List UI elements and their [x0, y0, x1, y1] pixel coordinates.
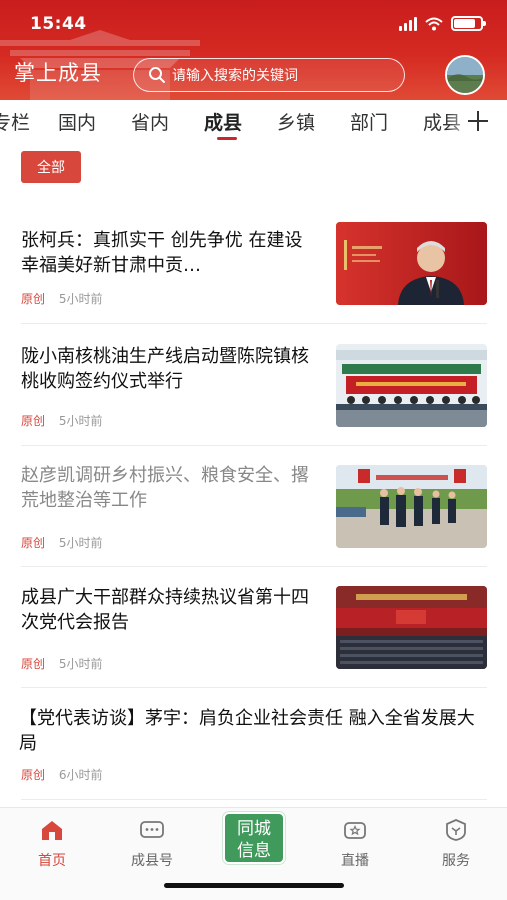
- news-title: 赵彦凯调研乡村振兴、粮食安全、撂荒地整治等工作: [21, 465, 309, 511]
- status-time: 15:44: [30, 14, 87, 34]
- news-title: 【党代表访谈】茅宇：肩负企业社会责任 融入全省发展大局: [19, 708, 475, 754]
- service-shield-icon: [446, 819, 466, 841]
- news-time: 6小时前: [58, 768, 103, 782]
- news-tag: 原创: [21, 536, 46, 550]
- news-time: 5小时前: [58, 292, 103, 306]
- portrait-photo: [336, 222, 487, 305]
- add-channel-icon[interactable]: [463, 106, 493, 136]
- tab-domestic[interactable]: 国内: [58, 108, 96, 135]
- chat-bubble-icon: [140, 821, 164, 838]
- news-meta: 原创 5小时前: [21, 534, 102, 551]
- tab-province[interactable]: 省内: [131, 108, 169, 135]
- news-tag: 原创: [21, 657, 46, 671]
- news-time: 5小时前: [58, 536, 103, 550]
- nav-center-line1: 同城: [237, 819, 271, 839]
- wifi-icon: [425, 17, 443, 30]
- news-thumbnail: [336, 586, 487, 669]
- nav-county-account[interactable]: 成县号: [112, 818, 192, 870]
- news-item[interactable]: 赵彦凯调研乡村振兴、粮食安全、撂荒地整治等工作 原创 5小时前: [21, 446, 487, 567]
- news-time: 5小时前: [58, 657, 103, 671]
- active-tab-indicator: [217, 137, 237, 140]
- news-tag: 原创: [21, 292, 46, 306]
- news-meta: 原创 5小时前: [21, 655, 102, 672]
- congress-hall-photo: [336, 586, 487, 669]
- nav-county-label: 成县号: [131, 853, 173, 869]
- news-meta: 原创 6小时前: [21, 766, 102, 783]
- news-item[interactable]: 陇小南核桃油生产线启动暨陈院镇核桃收购签约仪式举行 原创 5小时前: [21, 324, 487, 446]
- tab-towns[interactable]: 乡镇: [277, 108, 315, 135]
- search-placeholder: 请输入搜索的关键词: [172, 68, 298, 84]
- field-visit-photo: [336, 465, 487, 548]
- news-title: 张柯兵：真抓实干 创先争优 在建设幸福美好新甘肃中贡…: [21, 230, 303, 276]
- nav-service[interactable]: 服务: [416, 818, 496, 870]
- news-title: 成县广大干部群众持续热议省第十四次党代会报告: [21, 587, 309, 633]
- tab-departments[interactable]: 部门: [350, 108, 388, 135]
- nav-live[interactable]: 直播: [315, 818, 395, 870]
- news-tag: 原创: [21, 768, 46, 782]
- news-thumbnail: [336, 222, 487, 305]
- ceremony-photo: [336, 344, 487, 427]
- user-avatar-image: [447, 57, 483, 93]
- news-thumbnail: [336, 465, 487, 548]
- news-tag: 原创: [21, 414, 46, 428]
- news-time: 5小时前: [58, 414, 103, 428]
- nav-service-label: 服务: [442, 853, 470, 869]
- news-item[interactable]: 张柯兵：真抓实干 创先争优 在建设幸福美好新甘肃中贡… 原创 5小时前: [21, 204, 487, 324]
- live-broadcast-icon: [344, 822, 366, 839]
- cellular-signal-icon: [399, 16, 417, 31]
- home-icon: [42, 821, 62, 840]
- tab-column[interactable]: 专栏: [0, 108, 30, 135]
- avatar[interactable]: [445, 55, 485, 95]
- nav-home-label: 首页: [38, 853, 66, 869]
- news-item[interactable]: 成县广大干部群众持续热议省第十四次党代会报告 原创 5小时前: [21, 567, 487, 688]
- status-bar: 15:44: [0, 12, 507, 42]
- nav-local-info-button[interactable]: 同城 信息: [223, 812, 285, 864]
- home-indicator: [164, 883, 344, 888]
- news-meta: 原创 5小时前: [21, 290, 102, 307]
- tab-chengxian[interactable]: 成县: [204, 108, 242, 135]
- search-input[interactable]: 请输入搜索的关键词: [133, 58, 405, 92]
- nav-home[interactable]: 首页: [12, 818, 92, 870]
- search-icon: [149, 67, 165, 83]
- app-header: 15:44 掌上成县 请输入搜索的关键词: [0, 0, 507, 100]
- app-title: 掌上成县: [14, 61, 102, 85]
- filter-all-button[interactable]: 全部: [21, 151, 81, 183]
- news-meta: 原创 5小时前: [21, 412, 102, 429]
- nav-live-label: 直播: [341, 853, 369, 869]
- nav-center-line2: 信息: [237, 841, 271, 861]
- news-item[interactable]: 【党代表访谈】茅宇：肩负企业社会责任 融入全省发展大局 原创 6小时前: [19, 688, 487, 800]
- news-thumbnail: [336, 344, 487, 427]
- news-title: 陇小南核桃油生产线启动暨陈院镇核桃收购签约仪式举行: [21, 346, 309, 392]
- channel-tabs: 专栏 国内 省内 成县 乡镇 部门 成县: [0, 100, 507, 146]
- battery-icon: [451, 16, 486, 31]
